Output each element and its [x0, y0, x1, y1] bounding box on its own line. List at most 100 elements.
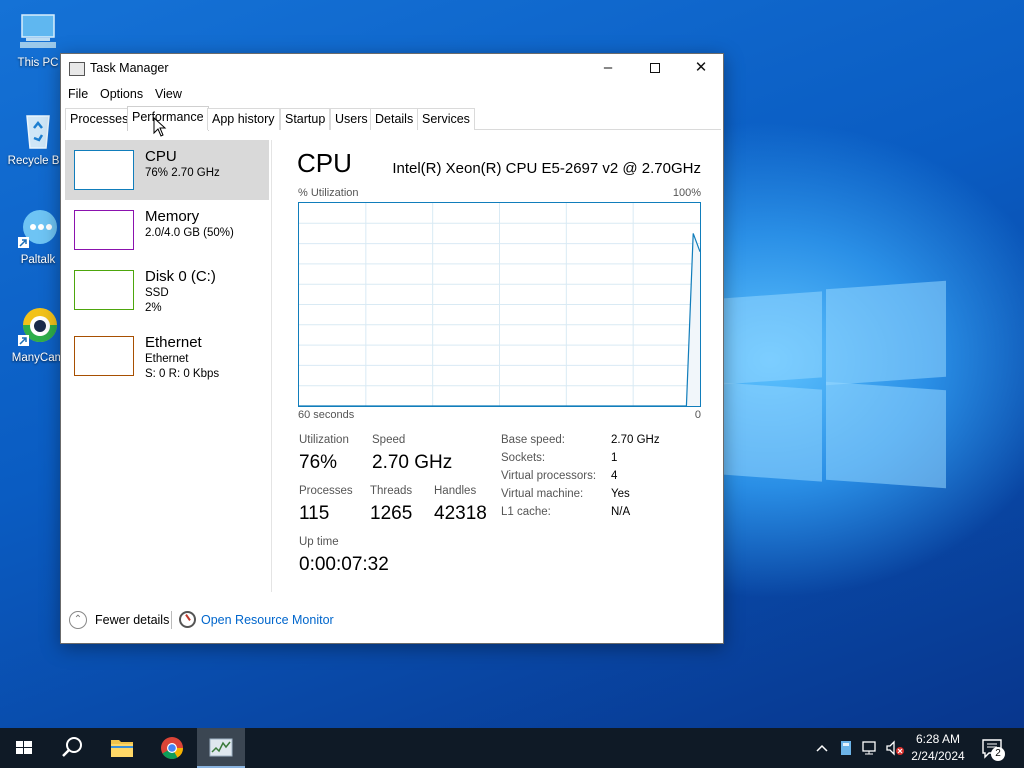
windows-logo-pane — [826, 280, 946, 386]
menu-view[interactable]: View — [155, 87, 182, 101]
windows-logo-pane — [720, 382, 822, 482]
taskbar: 6:28 AM 2/24/2024 2 — [0, 728, 1024, 768]
threads-value: 1265 — [370, 503, 413, 524]
detail-key: L1 cache: — [501, 506, 551, 518]
search-icon — [62, 737, 82, 757]
handles-label: Handles — [434, 485, 477, 497]
resource-name: Disk 0 (C:) — [145, 268, 216, 285]
detail-value: 1 — [611, 452, 618, 464]
minimize-button[interactable]: – — [585, 54, 631, 84]
pane-divider[interactable] — [271, 140, 272, 592]
resource-detail: 2% — [145, 302, 162, 314]
tab-processes[interactable]: Processes — [65, 108, 134, 130]
desktop-icon-label: ManyCam — [11, 352, 65, 364]
recycle-bin-icon — [16, 108, 60, 152]
utilization-max-label: 100% — [672, 187, 701, 199]
task-manager-icon — [209, 738, 233, 757]
fewer-details-link[interactable]: Fewer details — [95, 613, 169, 627]
cpu-utilization-graph — [298, 202, 701, 407]
footer-separator — [171, 611, 172, 629]
menu-file[interactable]: File — [68, 87, 88, 101]
show-hidden-icons-chevron-icon[interactable] — [814, 740, 830, 756]
tab-details[interactable]: Details — [370, 108, 419, 130]
chrome-icon — [161, 737, 183, 759]
utilization-label: Utilization — [299, 434, 349, 446]
close-button[interactable]: ✕ — [678, 54, 724, 84]
chevron-up-icon[interactable]: ⌃ — [69, 611, 87, 629]
taskbar-file-explorer[interactable] — [98, 728, 146, 768]
network-icon[interactable] — [860, 739, 880, 757]
utilization-axis-label: % Utilization — [298, 187, 359, 199]
resource-item-ethernet[interactable]: Ethernet Ethernet S: 0 R: 0 Kbps — [65, 326, 269, 386]
processes-label: Processes — [299, 485, 353, 497]
handles-value: 42318 — [434, 503, 487, 524]
task-manager-window: Task Manager – ✕ File Options View Proce… — [60, 53, 724, 644]
paltalk-icon — [16, 207, 60, 251]
detail-key: Sockets: — [501, 452, 546, 464]
utilization-value: 76% — [299, 452, 338, 473]
manycam-icon — [16, 305, 60, 349]
resource-detail: Ethernet — [145, 353, 189, 365]
resource-detail: SSD — [145, 287, 169, 299]
resource-item-disk[interactable]: Disk 0 (C:) SSD 2% — [65, 260, 269, 320]
desktop-icon-label: Paltalk — [20, 254, 56, 266]
notification-count-badge: 2 — [991, 747, 1005, 761]
maximize-icon — [650, 63, 660, 74]
cpu-graph-svg — [299, 203, 701, 407]
detail-key: Virtual machine: — [501, 488, 584, 500]
resource-item-cpu[interactable]: CPU 76% 2.70 GHz — [65, 140, 269, 200]
search-button[interactable] — [48, 728, 96, 768]
windows-start-icon — [16, 741, 32, 754]
cpu-detail-pane: CPU Intel(R) Xeon(R) CPU E5-2697 v2 @ 2.… — [291, 140, 711, 590]
speed-label: Speed — [372, 434, 406, 446]
cpu-thumbnail — [74, 150, 134, 190]
disk-thumbnail — [74, 270, 134, 310]
tray-app-icon[interactable] — [838, 739, 854, 757]
tab-performance[interactable]: Performance — [127, 106, 209, 131]
resource-list: CPU 76% 2.70 GHz Memory 2.0/4.0 GB (50%)… — [65, 140, 270, 592]
maximize-button[interactable] — [632, 54, 678, 84]
detail-value: 2.70 GHz — [611, 434, 660, 446]
processes-value: 115 — [299, 503, 330, 524]
computer-icon — [16, 10, 60, 54]
resource-monitor-icon[interactable] — [179, 611, 196, 628]
clock-date[interactable]: 2/24/2024 — [905, 749, 971, 763]
start-button[interactable] — [0, 728, 48, 768]
folder-icon — [111, 740, 133, 757]
tab-users[interactable]: Users — [330, 108, 373, 130]
open-resource-monitor-link[interactable]: Open Resource Monitor — [201, 613, 334, 627]
tab-app-history[interactable]: App history — [207, 108, 280, 130]
detail-key: Base speed: — [501, 434, 565, 446]
windows-logo-pane — [826, 381, 946, 489]
resource-item-memory[interactable]: Memory 2.0/4.0 GB (50%) — [65, 200, 269, 260]
tab-startup[interactable]: Startup — [280, 108, 331, 130]
volume-muted-icon[interactable] — [884, 739, 906, 757]
task-manager-icon — [69, 62, 85, 76]
cpu-title: CPU — [297, 148, 352, 178]
window-title: Task Manager — [90, 61, 169, 75]
menu-bar: File Options View — [61, 84, 723, 106]
title-bar[interactable]: Task Manager – ✕ — [61, 54, 723, 84]
memory-thumbnail — [74, 210, 134, 250]
cpu-model: Intel(R) Xeon(R) CPU E5-2697 v2 @ 2.70GH… — [392, 160, 701, 177]
resource-name: Memory — [145, 208, 200, 225]
clock-time[interactable]: 6:28 AM — [905, 732, 971, 746]
resource-name: Ethernet — [145, 334, 202, 351]
resource-name: CPU — [145, 148, 177, 165]
action-center-button[interactable]: 2 — [978, 736, 1008, 762]
uptime-value: 0:00:07:32 — [299, 554, 389, 575]
resource-detail: S: 0 R: 0 Kbps — [145, 368, 220, 380]
detail-value: 4 — [611, 470, 618, 482]
menu-options[interactable]: Options — [100, 87, 143, 101]
footer: ⌃ Fewer details Open Resource Monitor — [61, 604, 723, 644]
windows-logo-pane — [720, 291, 822, 385]
taskbar-chrome[interactable] — [148, 728, 196, 768]
detail-value: N/A — [611, 506, 631, 518]
taskbar-task-manager[interactable] — [197, 728, 245, 768]
detail-value: Yes — [611, 488, 630, 500]
resource-detail: 76% 2.70 GHz — [145, 167, 220, 179]
desktop-icon-label: This PC — [17, 57, 59, 69]
speed-value: 2.70 GHz — [372, 452, 453, 473]
threads-label: Threads — [370, 485, 413, 497]
tab-services[interactable]: Services — [417, 108, 475, 130]
